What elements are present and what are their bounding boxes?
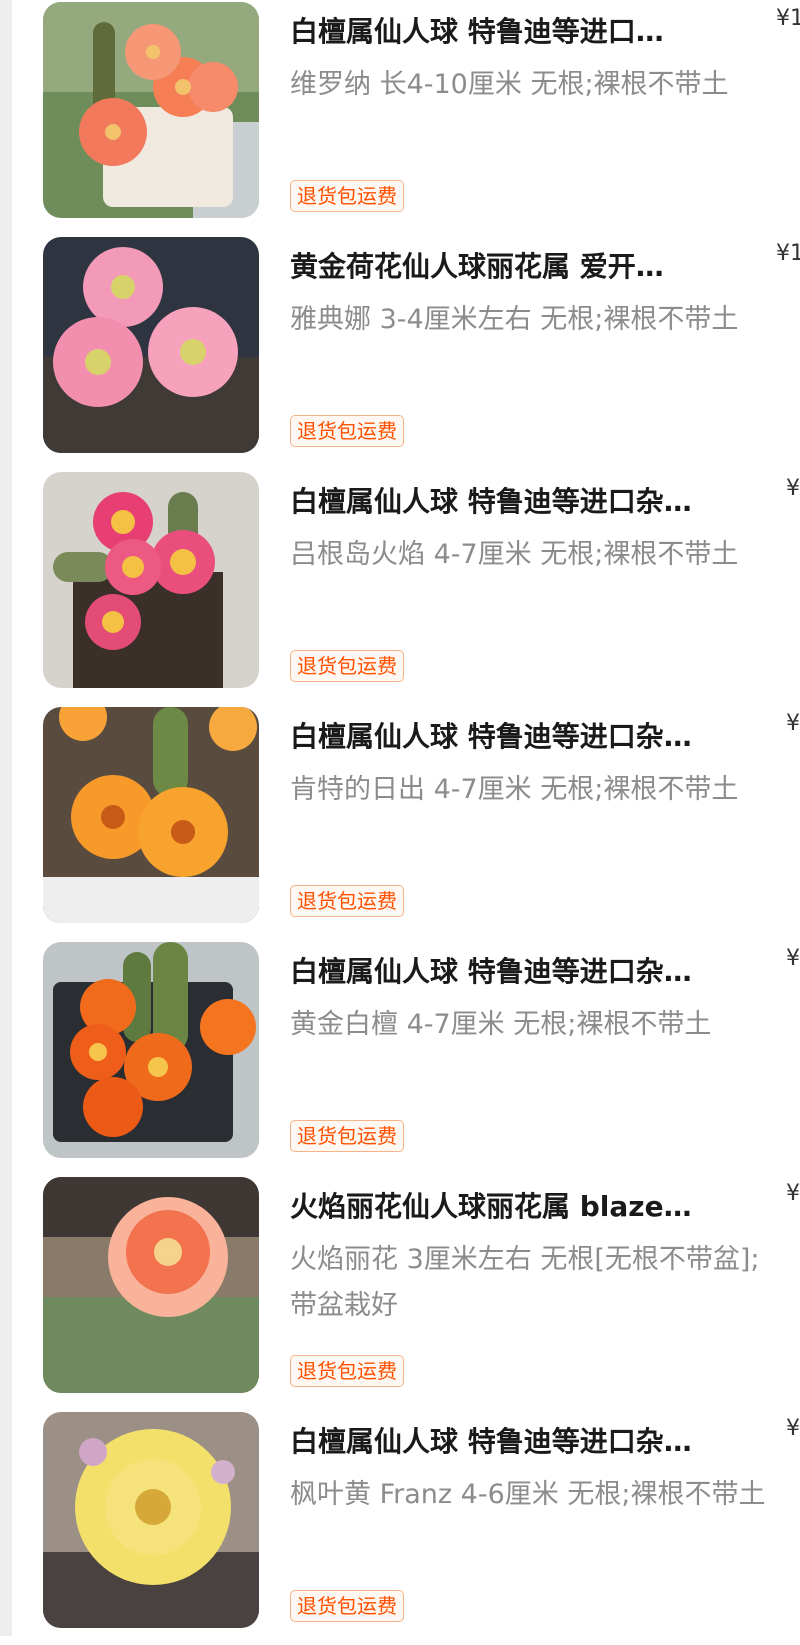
product-price: ¥ (786, 1181, 800, 1206)
product-title[interactable]: 黄金荷花仙人球丽花属 爱开… (290, 247, 772, 287)
product-price: ¥ (786, 1416, 800, 1441)
product-card-7[interactable]: 白檀属仙人球 特鲁迪等进口杂… 枫叶黄 Franz 4-6厘米 无根;裸根不带土… (0, 1410, 800, 1645)
return-shipping-badge: 退货包运费 (290, 1590, 404, 1622)
product-price: ¥ (786, 946, 800, 971)
product-spec: 吕根岛火焰 4-7厘米 无根;裸根不带土 (290, 539, 739, 570)
return-shipping-badge: 退货包运费 (290, 885, 404, 917)
product-title[interactable]: 白檀属仙人球 特鲁迪等进口杂… (290, 717, 772, 757)
product-card-1[interactable]: 白檀属仙人球 特鲁迪等进口… 维罗纳 长4-10厘米 无根;裸根不带土 退货包运… (0, 0, 800, 235)
product-title[interactable]: 白檀属仙人球 特鲁迪等进口杂… (290, 952, 772, 992)
product-spec: 雅典娜 3-4厘米左右 无根;裸根不带土 (290, 304, 739, 335)
product-price: ¥1 (776, 241, 800, 266)
product-image-6[interactable] (43, 1177, 259, 1393)
product-image-4[interactable] (43, 707, 259, 923)
product-spec: 火焰丽花 3厘米左右 无根[无根不带盆];带盆栽好 (290, 1244, 760, 1321)
product-card-2[interactable]: 黄金荷花仙人球丽花属 爱开… 雅典娜 3-4厘米左右 无根;裸根不带土 退货包运… (0, 235, 800, 470)
product-card-4[interactable]: 白檀属仙人球 特鲁迪等进口杂… 肯特的日出 4-7厘米 无根;裸根不带土 退货包… (0, 705, 800, 940)
product-spec: 枫叶黄 Franz 4-6厘米 无根;裸根不带土 (290, 1479, 766, 1510)
product-price: ¥1 (776, 6, 800, 31)
product-image-1[interactable] (43, 2, 259, 218)
return-shipping-badge: 退货包运费 (290, 1355, 404, 1387)
product-card-5[interactable]: 白檀属仙人球 特鲁迪等进口杂… 黄金白檀 4-7厘米 无根;裸根不带土 退货包运… (0, 940, 800, 1175)
product-title[interactable]: 白檀属仙人球 特鲁迪等进口… (290, 12, 772, 52)
product-spec: 肯特的日出 4-7厘米 无根;裸根不带土 (290, 774, 739, 805)
product-card-6[interactable]: 火焰丽花仙人球丽花属 blaze… 火焰丽花 3厘米左右 无根[无根不带盆];带… (0, 1175, 800, 1410)
product-spec: 黄金白檀 4-7厘米 无根;裸根不带土 (290, 1009, 712, 1040)
product-title[interactable]: 白檀属仙人球 特鲁迪等进口杂… (290, 1422, 772, 1462)
product-spec: 维罗纳 长4-10厘米 无根;裸根不带土 (290, 69, 729, 100)
product-image-5[interactable] (43, 942, 259, 1158)
product-price: ¥ (786, 476, 800, 501)
product-title[interactable]: 白檀属仙人球 特鲁迪等进口杂… (290, 482, 772, 522)
product-card-3[interactable]: 白檀属仙人球 特鲁迪等进口杂… 吕根岛火焰 4-7厘米 无根;裸根不带土 退货包… (0, 470, 800, 705)
return-shipping-badge: 退货包运费 (290, 180, 404, 212)
return-shipping-badge: 退货包运费 (290, 1120, 404, 1152)
product-image-2[interactable] (43, 237, 259, 453)
product-price: ¥ (786, 711, 800, 736)
product-list[interactable]: 白檀属仙人球 特鲁迪等进口… 维罗纳 长4-10厘米 无根;裸根不带土 退货包运… (0, 0, 800, 1636)
product-image-7[interactable] (43, 1412, 259, 1628)
product-title[interactable]: 火焰丽花仙人球丽花属 blaze… (290, 1187, 772, 1227)
return-shipping-badge: 退货包运费 (290, 650, 404, 682)
product-image-3[interactable] (43, 472, 259, 688)
return-shipping-badge: 退货包运费 (290, 415, 404, 447)
